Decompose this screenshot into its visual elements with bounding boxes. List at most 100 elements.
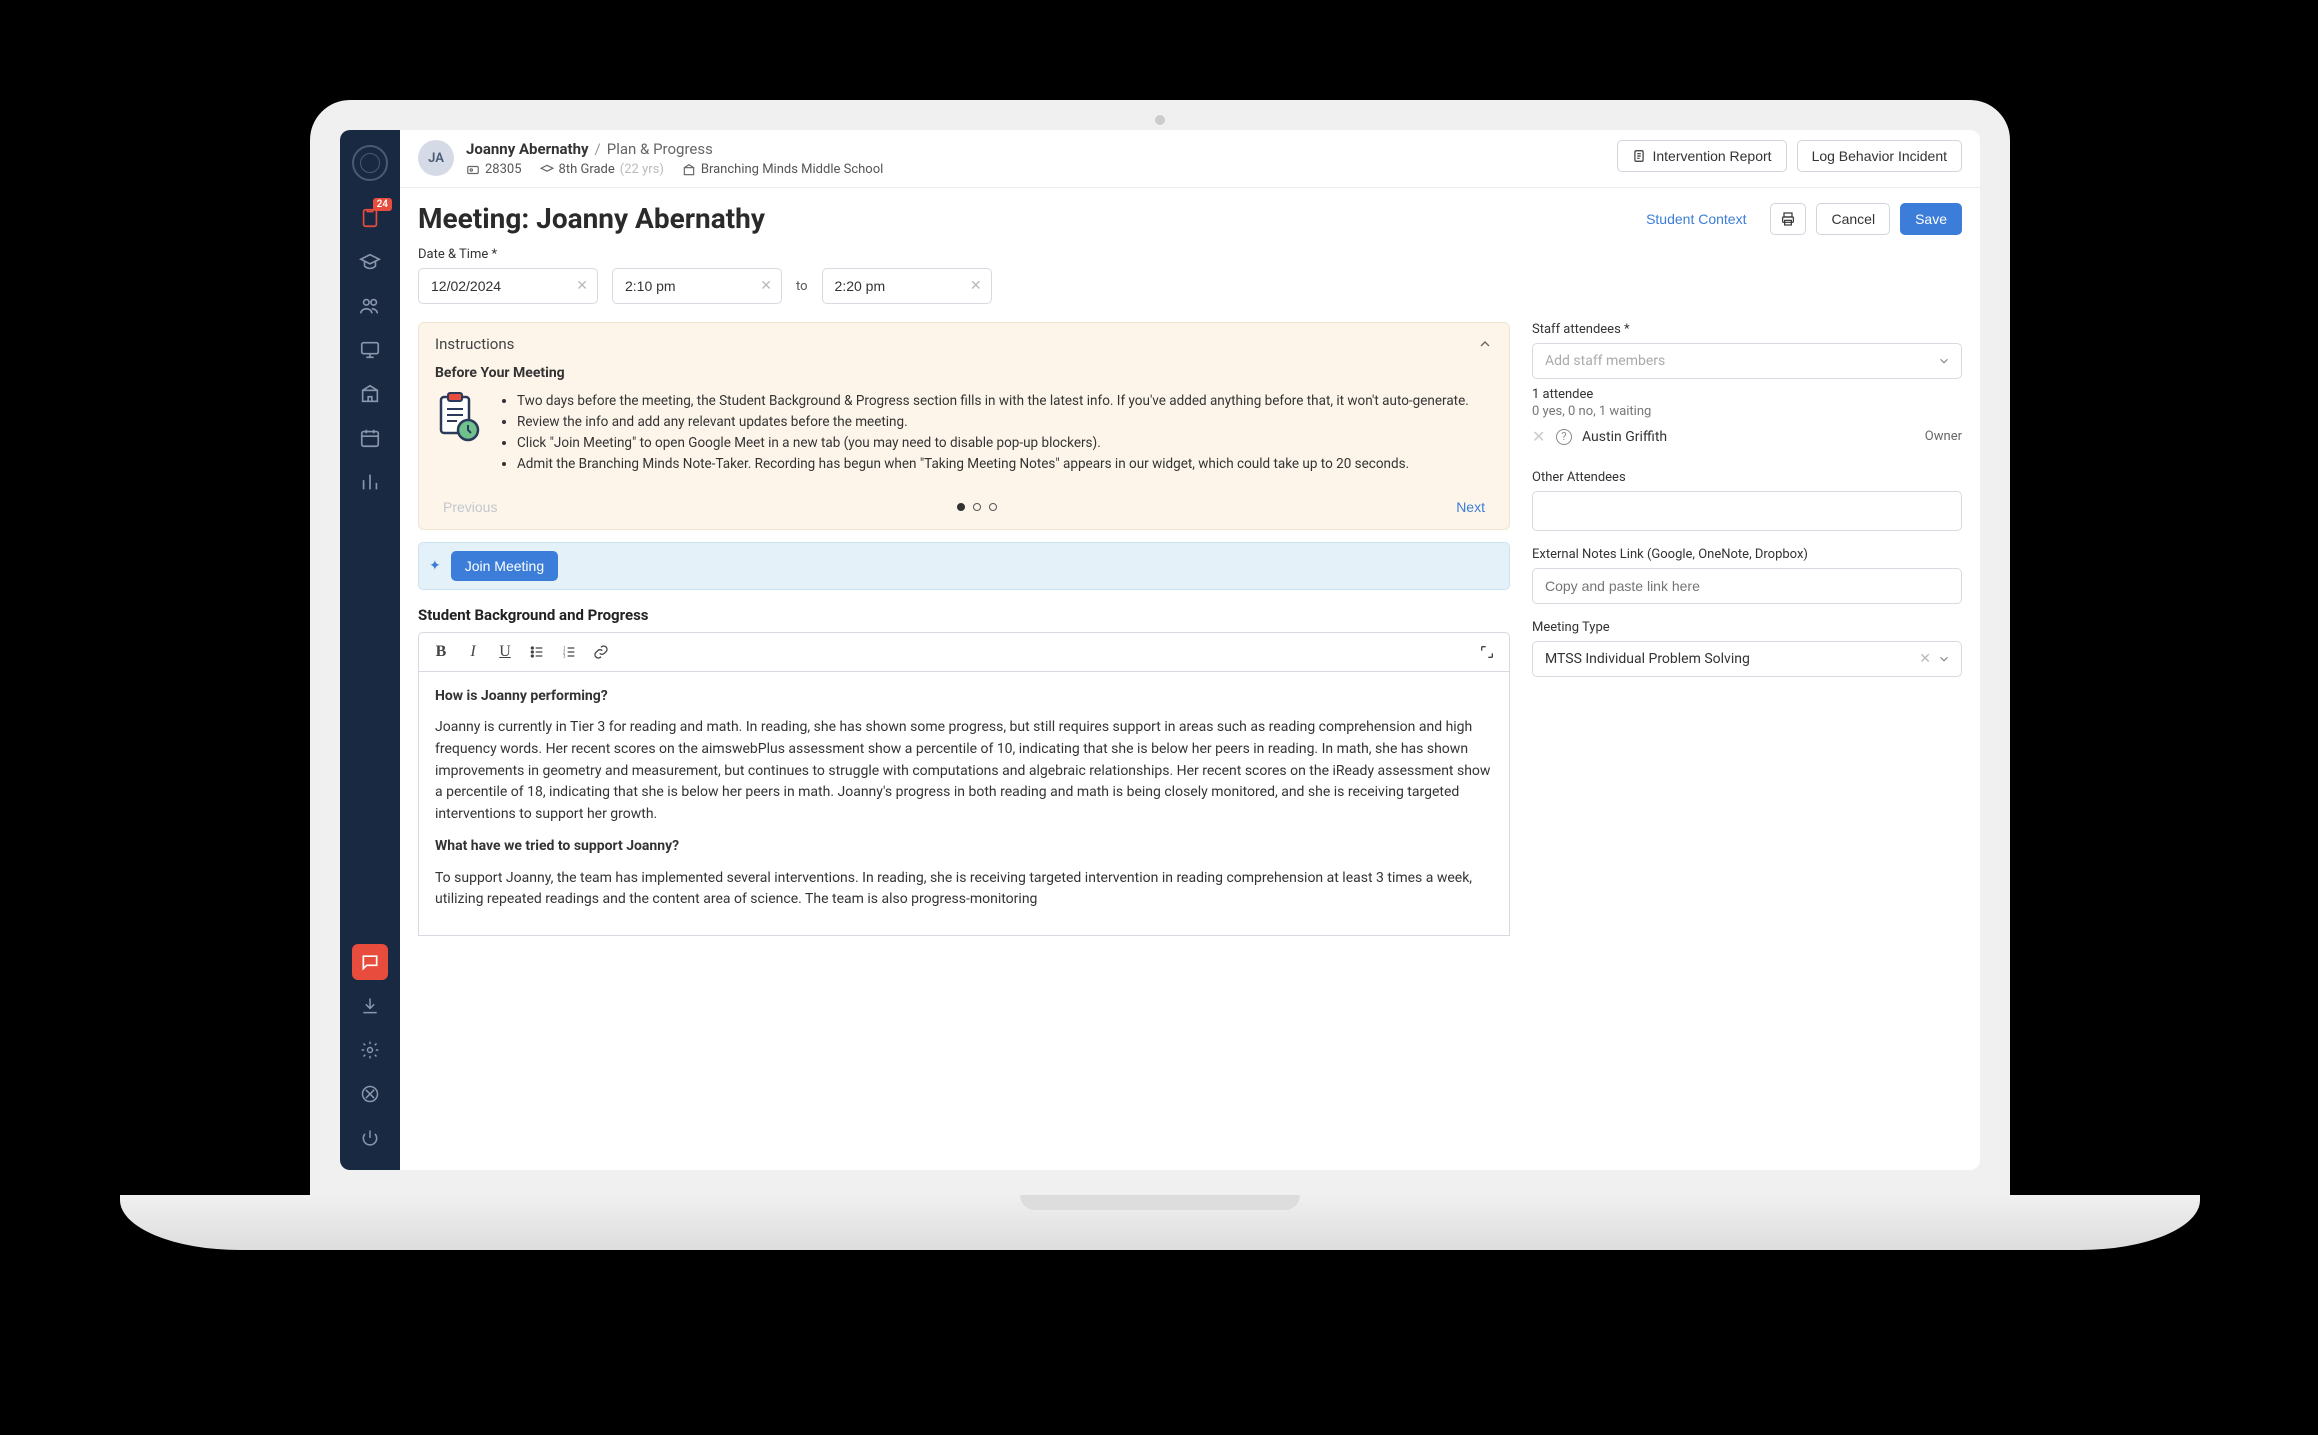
attendee-count: 1 attendee [1532, 387, 1962, 402]
dot-icon [957, 503, 965, 511]
sidebar-item-groups[interactable] [352, 288, 388, 324]
editor-paragraph-2: To support Joanny, the team has implemen… [435, 868, 1493, 911]
print-icon [1780, 211, 1796, 227]
sparkle-icon: ✦ [429, 558, 441, 574]
sidebar-item-dashboard[interactable]: 24 [352, 200, 388, 236]
meeting-type-select[interactable]: MTSS Individual Problem Solving ✕ [1532, 641, 1962, 677]
sidebar-item-download[interactable] [352, 988, 388, 1024]
dot-icon [989, 503, 997, 511]
cancel-button[interactable]: Cancel [1816, 203, 1890, 235]
staff-attendees-label: Staff attendees * [1532, 322, 1962, 337]
bullet-list-button[interactable] [523, 639, 551, 665]
help-icon [360, 1084, 380, 1104]
link-button[interactable] [587, 639, 615, 665]
school-icon [682, 163, 696, 177]
camera-icon [1155, 115, 1165, 125]
sidebar-item-students[interactable] [352, 244, 388, 280]
chart-icon [359, 471, 381, 493]
sidebar-item-chat[interactable] [352, 944, 388, 980]
chevron-down-icon [1937, 354, 1951, 368]
download-icon [360, 996, 380, 1016]
student-grade: 8th Grade (22 yrs) [540, 162, 664, 177]
sidebar-item-screen[interactable] [352, 332, 388, 368]
other-attendees-input[interactable] [1532, 491, 1962, 531]
clear-start-icon[interactable]: ✕ [760, 278, 772, 294]
sidebar: 24 [340, 130, 400, 1170]
attendee-name: Austin Griffith [1582, 429, 1667, 445]
dot-icon [973, 503, 981, 511]
underline-button[interactable]: U [491, 639, 519, 665]
editor-toolbar: B I U 123 [418, 632, 1510, 671]
svg-text:3: 3 [563, 654, 566, 659]
clear-date-icon[interactable]: ✕ [576, 278, 588, 294]
remove-attendee-icon[interactable]: ✕ [1532, 427, 1546, 446]
chevron-down-icon [1937, 652, 1951, 666]
staff-attendees-select[interactable]: Add staff members [1532, 343, 1962, 379]
expand-button[interactable] [1473, 639, 1501, 665]
student-avatar: JA [418, 140, 454, 176]
breadcrumb: Joanny Abernathy / Plan & Progress [466, 140, 883, 158]
monitor-icon [359, 339, 381, 361]
id-icon [466, 163, 480, 177]
student-name[interactable]: Joanny Abernathy [466, 140, 589, 158]
student-school: Branching Minds Middle School [682, 162, 883, 177]
grade-icon [540, 163, 554, 177]
date-input[interactable] [418, 268, 598, 304]
bold-button[interactable]: B [427, 639, 455, 665]
sidebar-item-calendar[interactable] [352, 420, 388, 456]
to-label: to [796, 279, 808, 294]
building-icon [359, 383, 381, 405]
chat-icon [360, 952, 380, 972]
editor-content[interactable]: How is Joanny performing? Joanny is curr… [418, 671, 1510, 936]
sidebar-item-logout[interactable] [352, 1120, 388, 1156]
intervention-report-button[interactable]: Intervention Report [1617, 140, 1786, 172]
attendee-role: Owner [1925, 429, 1962, 444]
datetime-label: Date & Time * [418, 247, 1962, 262]
join-meeting-button[interactable]: Join Meeting [451, 551, 558, 581]
editor-question-2: What have we tried to support Joanny? [435, 836, 1493, 858]
start-time-input[interactable] [612, 268, 782, 304]
instructions-subtitle: Before Your Meeting [435, 365, 1493, 381]
numbered-list-icon: 123 [561, 644, 577, 660]
end-time-input[interactable] [822, 268, 992, 304]
numbered-list-button[interactable]: 123 [555, 639, 583, 665]
instructions-list: Two days before the meeting, the Student… [499, 391, 1493, 475]
graduation-icon [359, 251, 381, 273]
student-context-link[interactable]: Student Context [1632, 204, 1760, 234]
laptop-base [120, 1195, 2200, 1250]
document-icon [1632, 149, 1646, 163]
save-button[interactable]: Save [1900, 203, 1962, 235]
attendee-row: ✕ ? Austin Griffith Owner [1532, 419, 1962, 454]
sidebar-item-help[interactable] [352, 1076, 388, 1112]
log-behavior-button[interactable]: Log Behavior Incident [1797, 140, 1962, 172]
instructions-header[interactable]: Instructions [419, 323, 1509, 365]
external-notes-input[interactable] [1532, 568, 1962, 604]
instructions-prev-button[interactable]: Previous [433, 495, 507, 519]
breadcrumb-page: Plan & Progress [607, 140, 713, 158]
clear-end-icon[interactable]: ✕ [970, 278, 982, 294]
attendee-status: 0 yes, 0 no, 1 waiting [1532, 404, 1962, 419]
sidebar-item-school[interactable] [352, 376, 388, 412]
italic-button[interactable]: I [459, 639, 487, 665]
instructions-next-button[interactable]: Next [1446, 495, 1495, 519]
topbar: JA Joanny Abernathy / Plan & Progress 28… [400, 130, 1980, 188]
other-attendees-label: Other Attendees [1532, 470, 1962, 485]
expand-icon [1479, 644, 1495, 660]
sidebar-item-reports[interactable] [352, 464, 388, 500]
instructions-dots [957, 503, 997, 511]
editor-question-1: How is Joanny performing? [435, 686, 1493, 708]
bullet-list-icon [529, 644, 545, 660]
external-notes-label: External Notes Link (Google, OneNote, Dr… [1532, 547, 1962, 562]
page-title: Meeting: Joanny Abernathy [418, 202, 765, 235]
print-button[interactable] [1770, 203, 1806, 235]
join-meeting-bar: ✦ Join Meeting [418, 542, 1510, 590]
clipboard-clock-icon [435, 391, 483, 475]
clear-type-icon[interactable]: ✕ [1919, 651, 1931, 667]
editor-paragraph-1: Joanny is currently in Tier 3 for readin… [435, 717, 1493, 825]
gear-icon [360, 1040, 380, 1060]
power-icon [360, 1128, 380, 1148]
sidebar-item-settings[interactable] [352, 1032, 388, 1068]
instructions-card: Instructions Before Your Meeting Two day… [418, 322, 1510, 530]
app-logo-icon[interactable] [352, 145, 388, 181]
status-unknown-icon: ? [1556, 429, 1572, 445]
